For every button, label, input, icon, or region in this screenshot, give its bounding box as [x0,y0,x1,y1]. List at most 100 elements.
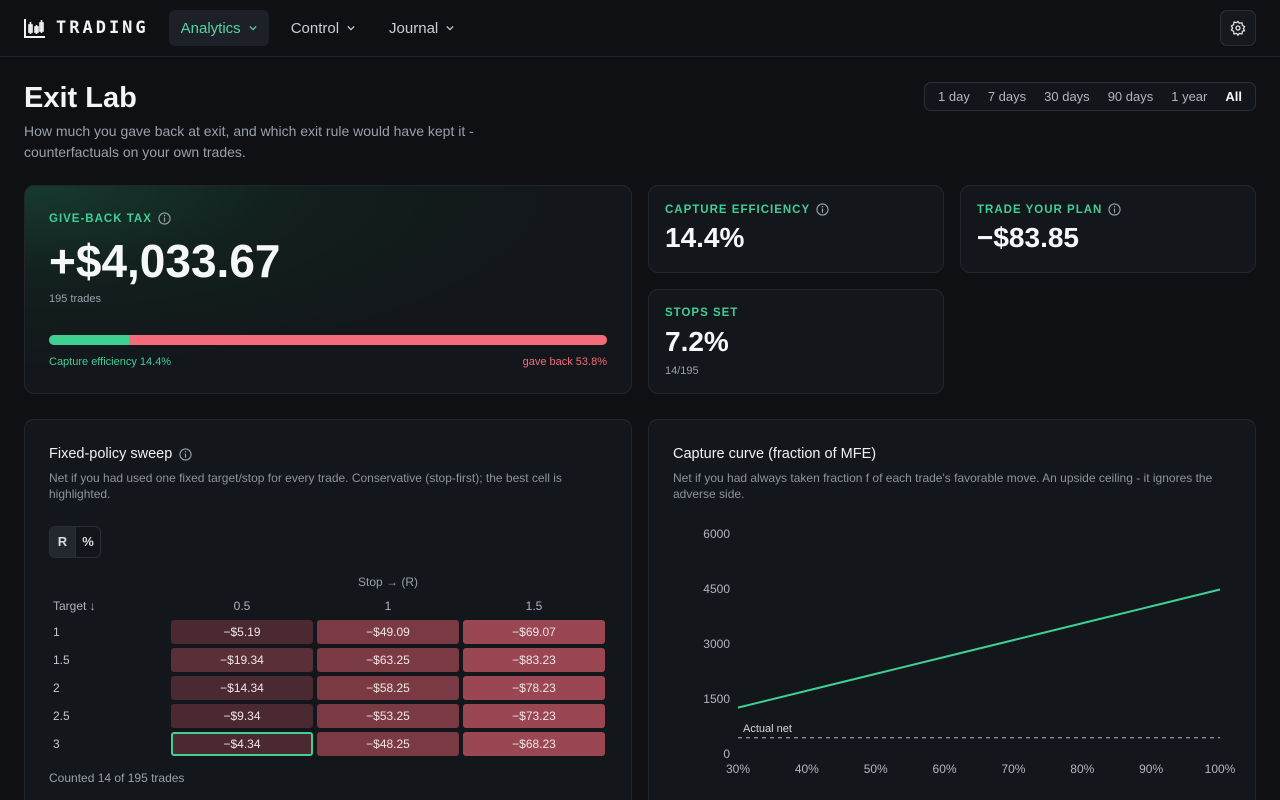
sweep-title-row: Fixed-policy sweep [49,446,192,462]
nav-control[interactable]: Control [279,10,367,46]
stops-set-value: 7.2% [665,326,729,357]
range-1-day[interactable]: 1 day [929,85,979,108]
x-tick-label: 30% [725,762,751,776]
capture-curve-card: Capture curve (fraction of MFE) Net if y… [648,419,1256,800]
sweep-cell[interactable]: −$69.07 [463,620,605,644]
nav-journal[interactable]: Journal [377,10,466,46]
y-tick-label: 6000 [703,527,730,541]
y-tick-label: 3000 [703,637,730,651]
sweep-description: Net if you had used one fixed target/sto… [49,471,562,501]
sweep-cell[interactable]: −$83.23 [463,648,605,672]
nav-control-label: Control [290,19,340,37]
sweep-cell[interactable]: −$58.25 [317,676,459,700]
target-row-label: 1 [53,625,60,639]
x-tick-label: 90% [1139,762,1164,776]
candlestick-logo-icon [24,19,45,38]
nav-analytics-label: Analytics [180,19,241,37]
unit-toggle-r[interactable]: R [50,527,75,557]
stops-set-label: STOPS SET [665,307,739,319]
give-back-tax-label-row: GIVE-BACK TAX [49,212,171,225]
page-title: Exit Lab [24,82,137,114]
capture-efficiency-caption: Capture efficiency 14.4% [49,356,172,368]
trade-your-plan-value: −$83.85 [977,222,1079,253]
x-tick-label: 80% [1070,762,1095,776]
x-tick-label: 70% [1001,762,1026,776]
capture-efficiency-card: CAPTURE EFFICIENCY 14.4% [648,185,944,273]
range-1-year[interactable]: 1 year [1162,85,1216,108]
give-back-tax-label: GIVE-BACK TAX [49,212,152,225]
sweep-cell[interactable]: −$63.25 [317,648,459,672]
nav-journal-label: Journal [389,19,439,37]
x-tick-label: 50% [863,762,888,776]
y-tick-label: 4500 [703,582,730,596]
chevron-down-icon [249,25,257,31]
trade-your-plan-label-row: TRADE YOUR PLAN [977,203,1121,216]
target-axis-header: Target ↓ [53,599,96,613]
give-back-tax-value: +$4,033.67 [49,235,281,287]
sweep-cell[interactable]: −$73.23 [463,704,605,728]
capture-efficiency-label-row: CAPTURE EFFICIENCY [665,203,829,216]
info-icon[interactable] [179,447,192,461]
capture-curve-line [737,588,1221,709]
sweep-cell[interactable]: −$78.23 [463,676,605,700]
top-nav: TRADING Analytics Control Journal [0,0,1280,57]
actual-net-label: Actual net [743,723,792,735]
target-row-label: 2.5 [53,709,70,723]
sweep-cell[interactable]: −$53.25 [317,704,459,728]
gave-back-caption: gave back 53.8% [522,356,607,368]
range-all[interactable]: All [1216,85,1251,108]
sweep-cell[interactable]: −$19.34 [171,648,313,672]
x-tick-label: 60% [932,762,957,776]
stop-column-header: 1.5 [525,599,543,613]
chevron-down-icon [446,25,454,31]
capture-giveback-bar [49,335,607,345]
y-tick-label: 0 [723,747,730,761]
target-row-label: 3 [53,737,60,751]
stop-axis-header: Stop → (R) [358,575,419,589]
info-icon[interactable] [158,212,171,225]
stops-set-count: 14/195 [665,365,699,377]
target-row-label: 1.5 [53,653,70,667]
trade-your-plan-card: TRADE YOUR PLAN −$83.85 [960,185,1256,273]
y-tick-label: 1500 [703,692,730,706]
unit-toggle-percent[interactable]: % [75,527,100,557]
stop-column-header: 1 [384,599,392,613]
info-icon[interactable] [816,203,829,216]
range-7-days[interactable]: 7 days [979,85,1035,108]
brand-name: TRADING [56,18,149,38]
giveback-bar-fill [129,335,607,345]
stops-set-card: STOPS SET 7.2% 14/195 [648,289,944,394]
chevron-down-icon [347,25,355,31]
trade-count: 195 trades [49,293,101,305]
gear-icon [1230,20,1246,36]
sweep-cell[interactable]: −$14.34 [171,676,313,700]
unit-toggle: R % [49,526,101,558]
give-back-tax-card: GIVE-BACK TAX +$4,033.67 195 trades Capt… [24,185,632,394]
capture-bar-fill [49,335,130,345]
range-30-days[interactable]: 30 days [1035,85,1099,108]
sweep-cell[interactable]: −$5.19 [171,620,313,644]
curve-plot [737,588,1221,739]
capture-efficiency-value: 14.4% [665,222,745,253]
sweep-cell[interactable]: −$4.34 [171,732,313,756]
range-90-days[interactable]: 90 days [1099,85,1163,108]
stop-column-header: 0.5 [233,599,251,613]
info-icon[interactable] [1108,203,1121,216]
stops-set-label-row: STOPS SET [665,307,738,319]
sweep-footer: Counted 14 of 195 trades [49,771,185,785]
settings-button[interactable] [1220,10,1256,46]
sweep-cell[interactable]: −$9.34 [171,704,313,728]
fixed-policy-sweep-card: Fixed-policy sweep Net if you had used o… [24,419,632,800]
sweep-cell[interactable]: −$68.23 [463,732,605,756]
brand[interactable]: TRADING [24,18,149,38]
page-subtitle: How much you gave back at exit, and whic… [24,123,474,160]
sweep-cell[interactable]: −$49.09 [317,620,459,644]
nav-analytics[interactable]: Analytics [168,10,269,46]
trade-your-plan-label: TRADE YOUR PLAN [977,203,1103,216]
capture-efficiency-label: CAPTURE EFFICIENCY [665,203,811,216]
target-row-label: 2 [53,681,60,695]
x-tick-label: 40% [794,762,819,776]
sweep-cell[interactable]: −$48.25 [317,732,459,756]
time-range-selector: 1 day 7 days 30 days 90 days 1 year All [924,82,1256,111]
x-tick-label: 100% [1204,762,1236,776]
